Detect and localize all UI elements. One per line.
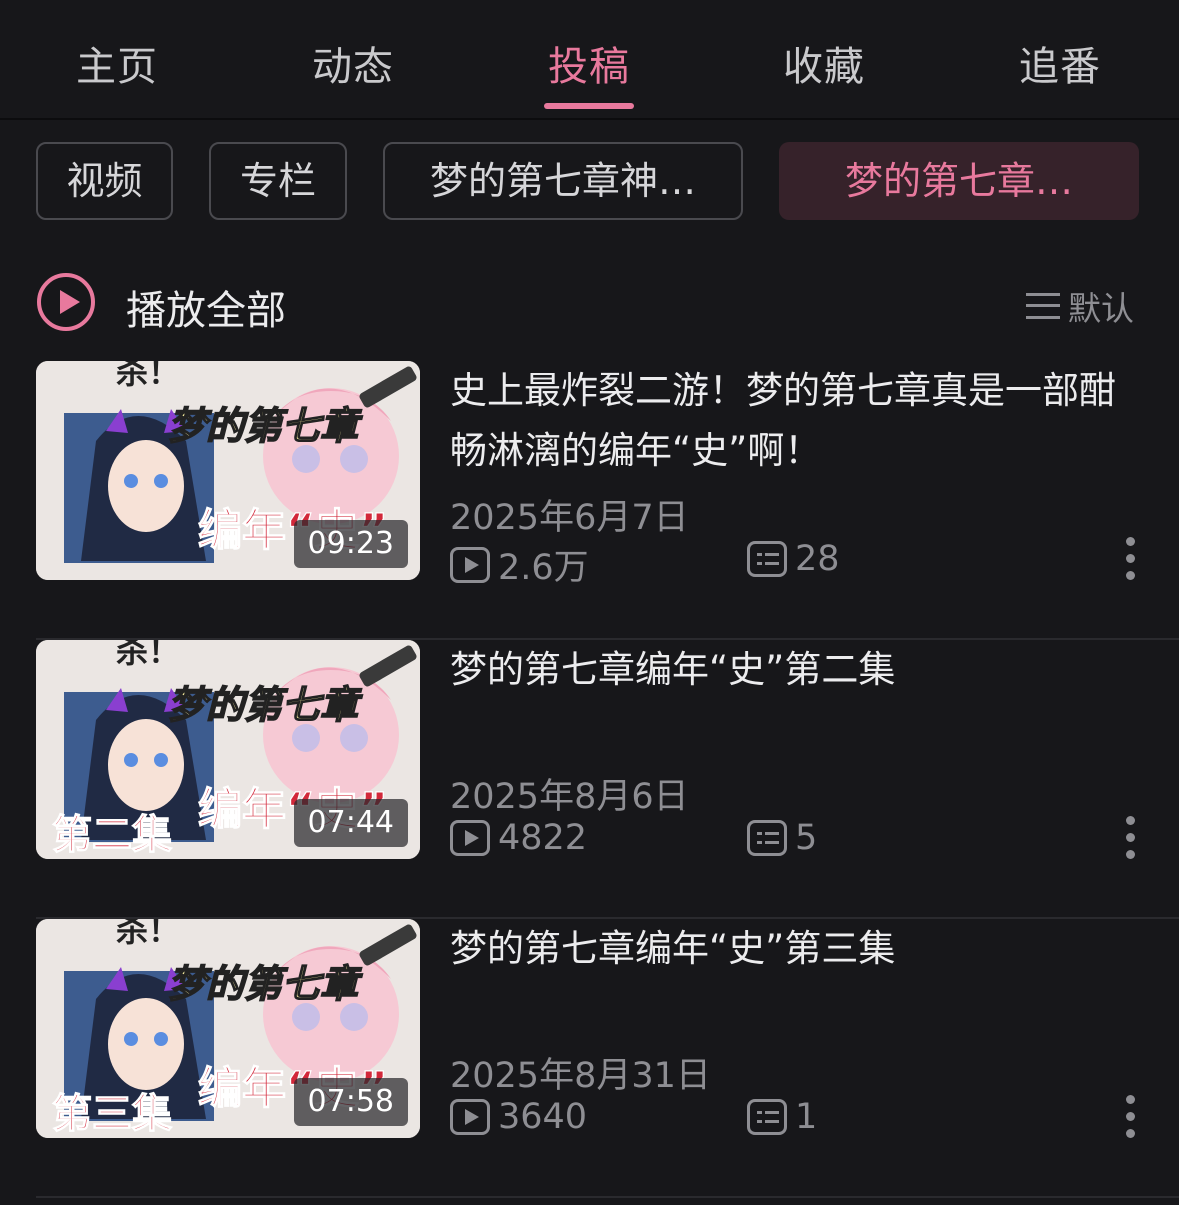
- svg-text:梦的第七章: 梦的第七章: [168, 962, 363, 1006]
- video-date: 2025年8月6日: [450, 777, 689, 817]
- video-list-item[interactable]: 杀！ 梦的第七章 编年“史” 第三集 07:58 梦的第七章编年“史”第三集 2…: [36, 919, 1179, 1198]
- video-thumbnail[interactable]: 杀！ 梦的第七章 编年“史” 第二集 07:44: [36, 640, 420, 859]
- video-views: 3640: [450, 1097, 587, 1137]
- sort-label: 默认: [1068, 289, 1134, 328]
- play-count-icon: [450, 546, 490, 583]
- video-list-item[interactable]: 杀！ 梦的第七章 编年“史” 09:23 史上最炸裂二游！梦的第七章真是一部酣畅…: [36, 361, 1179, 640]
- svg-text:杀！: 杀！: [116, 640, 180, 670]
- top-tab-bar: 主页 动态 投稿 收藏 追番: [0, 0, 1179, 120]
- video-views: 4822: [450, 818, 587, 858]
- more-options-icon[interactable]: [1123, 1095, 1137, 1139]
- view-count: 4822: [498, 818, 588, 858]
- comment-icon: [747, 820, 787, 856]
- svg-text:第三集: 第三集: [52, 1091, 172, 1137]
- tab-favorites[interactable]: 收藏: [724, 34, 924, 92]
- video-title[interactable]: 梦的第七章编年“史”第三集: [450, 919, 1130, 979]
- video-thumbnail[interactable]: 杀！ 梦的第七章 编年“史” 第三集 07:58: [36, 919, 420, 1138]
- more-options-icon[interactable]: [1123, 537, 1137, 581]
- sort-list-icon: [1026, 291, 1060, 321]
- view-count: 2.6万: [498, 548, 589, 588]
- play-count-icon: [450, 1099, 490, 1135]
- play-all-icon[interactable]: [37, 273, 95, 331]
- video-thumbnail[interactable]: 杀！ 梦的第七章 编年“史” 09:23: [36, 361, 420, 580]
- play-all-label[interactable]: 播放全部: [126, 278, 286, 336]
- svg-text:杀！: 杀！: [116, 919, 180, 949]
- tab-dynamics[interactable]: 动态: [253, 34, 453, 92]
- filter-chip-collection-1[interactable]: 梦的第七章神…: [383, 142, 743, 220]
- svg-text:梦的第七章: 梦的第七章: [168, 404, 363, 448]
- comment-count: 28: [795, 539, 840, 579]
- sort-button[interactable]: 默认: [1026, 282, 1134, 330]
- comment-icon: [747, 1099, 787, 1135]
- video-comments: 5: [747, 818, 817, 858]
- active-tab-indicator: [544, 103, 634, 109]
- video-comments: 1: [747, 1097, 817, 1137]
- video-comments: 28: [747, 539, 840, 579]
- filter-chip-video[interactable]: 视频: [36, 142, 173, 220]
- play-count-icon: [450, 820, 490, 856]
- video-date: 2025年6月7日: [450, 498, 689, 538]
- comment-count: 5: [795, 818, 818, 858]
- svg-text:梦的第七章: 梦的第七章: [168, 683, 363, 727]
- tab-uploads[interactable]: 投稿: [489, 34, 689, 92]
- video-title[interactable]: 史上最炸裂二游！梦的第七章真是一部酣畅淋漓的编年“史”啊！: [450, 361, 1130, 481]
- svg-text:第二集: 第二集: [52, 812, 172, 858]
- tab-home[interactable]: 主页: [17, 34, 217, 92]
- comment-icon: [747, 541, 787, 577]
- video-duration: 07:44: [293, 799, 408, 847]
- filter-chip-collection-2[interactable]: 梦的第七章…: [779, 142, 1139, 220]
- video-duration: 09:23: [293, 520, 408, 568]
- video-date: 2025年8月31日: [450, 1056, 711, 1096]
- filter-chip-column[interactable]: 专栏: [209, 142, 347, 220]
- tab-bangumi[interactable]: 追番: [960, 34, 1160, 92]
- comment-count: 1: [795, 1097, 818, 1137]
- video-duration: 07:58: [293, 1078, 408, 1126]
- svg-text:杀！: 杀！: [116, 361, 180, 391]
- video-title[interactable]: 梦的第七章编年“史”第二集: [450, 640, 1130, 700]
- more-options-icon[interactable]: [1123, 816, 1137, 860]
- video-views: 2.6万: [450, 539, 589, 590]
- video-list-item[interactable]: 杀！ 梦的第七章 编年“史” 第二集 07:44 梦的第七章编年“史”第二集 2…: [36, 640, 1179, 919]
- view-count: 3640: [498, 1097, 588, 1137]
